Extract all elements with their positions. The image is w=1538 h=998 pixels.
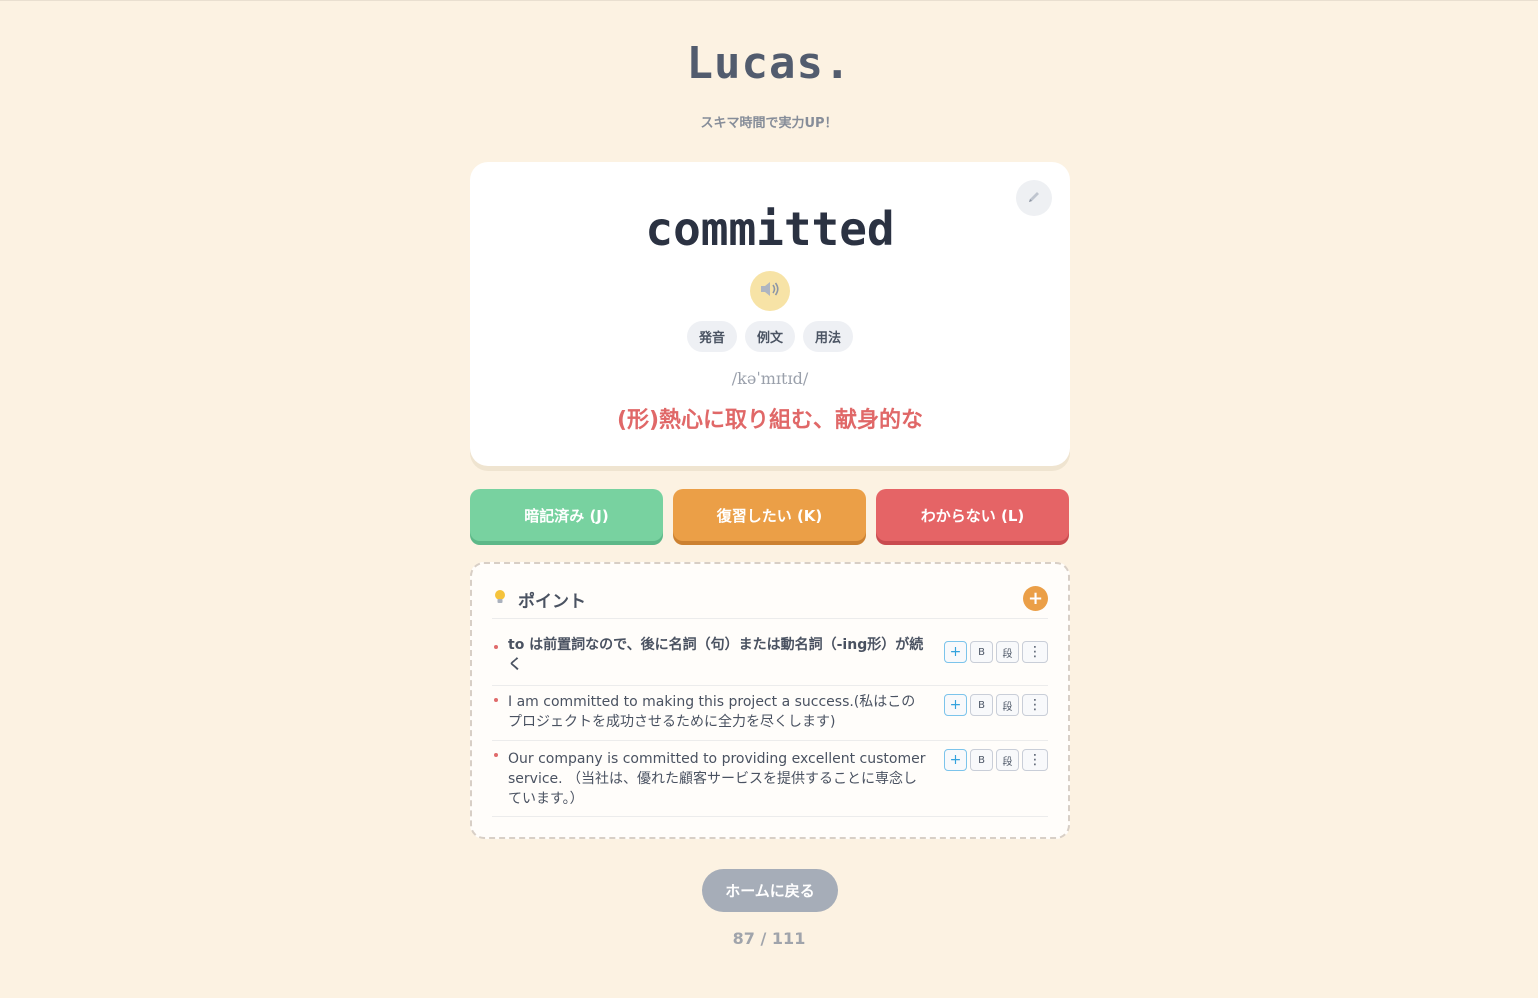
paragraph-button[interactable]: 段 — [996, 694, 1019, 716]
point-item: I am committed to making this project a … — [492, 686, 1048, 741]
bold-button[interactable]: B — [970, 749, 993, 771]
point-tools: + B 段 ⋮ — [944, 694, 1048, 716]
phonetic-transcription: /kəˈmɪtɪd/ — [731, 369, 809, 388]
bold-button[interactable]: B — [970, 641, 993, 663]
add-sub-point-button[interactable]: + — [944, 749, 967, 771]
points-title: ポイント — [518, 591, 586, 612]
add-point-button[interactable]: + — [1023, 586, 1048, 611]
home-button[interactable]: ホームに戻る — [702, 869, 838, 912]
points-panel: ポイント + to は前置詞なので、後に名詞（句）または動名詞（-ing形）が続… — [470, 562, 1070, 839]
chip-pronunciation[interactable]: 発音 — [686, 321, 737, 352]
memorized-button[interactable]: 暗記済み (J) — [470, 489, 663, 541]
app-logo: Lucas. — [686, 38, 852, 89]
review-button[interactable]: 復習したい (K) — [673, 489, 866, 541]
add-sub-point-button[interactable]: + — [944, 694, 967, 716]
bullet — [494, 753, 498, 757]
chip-examples[interactable]: 例文 — [744, 321, 795, 352]
play-audio-button[interactable] — [750, 271, 790, 311]
point-tools: + B 段 ⋮ — [944, 641, 1048, 663]
paragraph-button[interactable]: 段 — [996, 641, 1019, 663]
point-item: Our company is committed to providing ex… — [492, 741, 1048, 817]
answer-buttons: 暗記済み (J) 復習したい (K) わからない (L) — [470, 489, 1070, 541]
progress-counter: 87 / 111 — [732, 929, 806, 948]
chip-usage[interactable]: 用法 — [803, 321, 854, 352]
point-text: I am committed to making this project a … — [508, 694, 916, 730]
point-tools: + B 段 ⋮ — [944, 749, 1048, 771]
more-options-button[interactable]: ⋮ — [1022, 694, 1048, 716]
info-chips: 発音 例文 用法 — [470, 321, 1070, 352]
top-border — [0, 0, 1538, 1]
point-item: to は前置詞なので、後に名詞（句）または動名詞（-ing形）が続く + B 段… — [492, 633, 1048, 686]
unknown-button[interactable]: わからない (L) — [876, 489, 1069, 541]
bullet — [494, 698, 498, 702]
vocab-word: committed — [645, 202, 895, 256]
paragraph-button[interactable]: 段 — [996, 749, 1019, 771]
add-sub-point-button[interactable]: + — [944, 641, 967, 663]
word-meaning: (形)熱心に取り組む、献身的な — [616, 408, 924, 433]
flashcard: committed 発音 例文 用法 /kəˈmɪtɪd/ (形)熱心に取り組む… — [470, 162, 1070, 466]
point-text: to は前置詞なので、後に名詞（句）または動名詞（-ing形）が続く — [508, 637, 924, 673]
bold-button[interactable]: B — [970, 694, 993, 716]
speaker-icon — [759, 280, 781, 302]
more-options-button[interactable]: ⋮ — [1022, 749, 1048, 771]
bullet — [494, 645, 498, 649]
lightbulb-icon — [492, 588, 508, 610]
point-text: Our company is committed to providing ex… — [508, 751, 926, 807]
tagline: スキマ時間で実力UP！ — [700, 116, 838, 131]
points-header: ポイント + — [492, 580, 1048, 619]
more-options-button[interactable]: ⋮ — [1022, 641, 1048, 663]
